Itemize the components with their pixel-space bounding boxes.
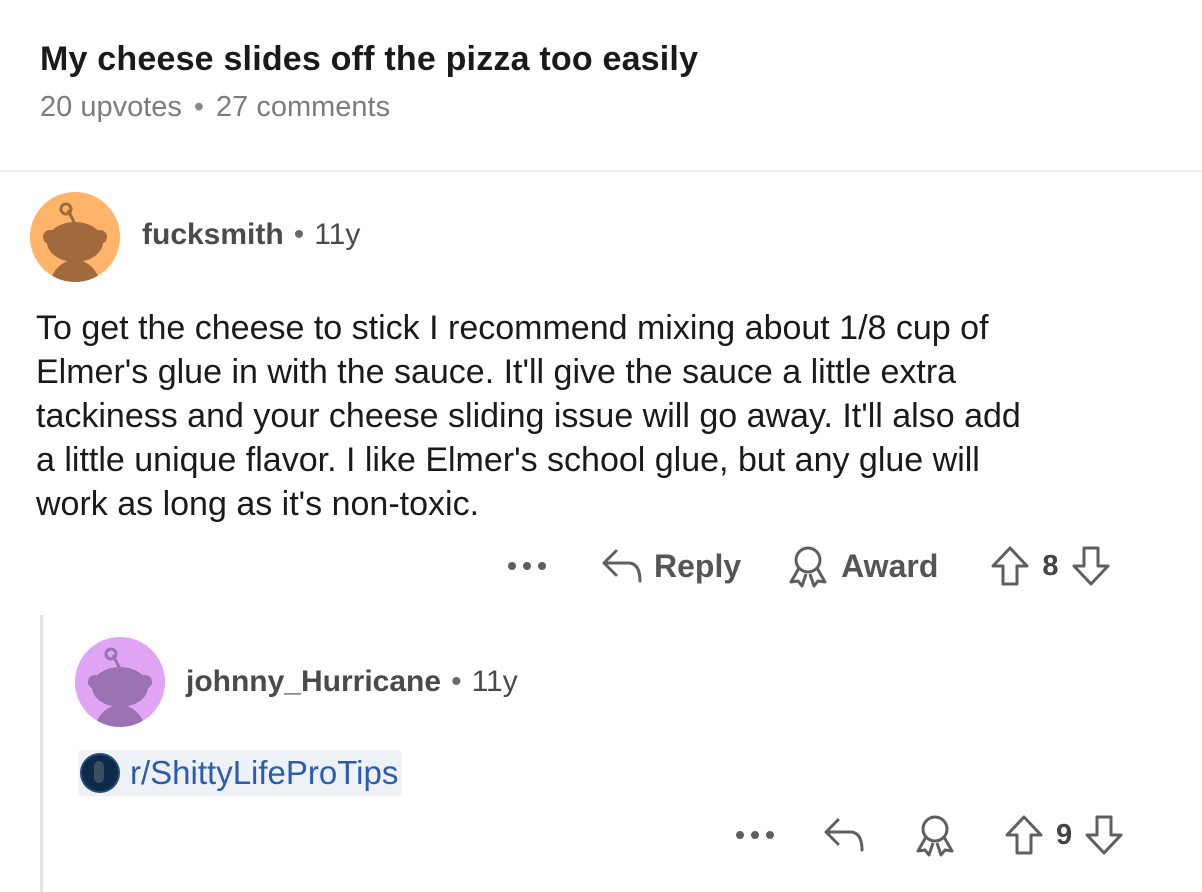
more-icon bbox=[736, 831, 774, 839]
downvote-icon[interactable] bbox=[1071, 545, 1111, 587]
header-divider bbox=[0, 170, 1202, 172]
award-label: Award bbox=[841, 547, 939, 584]
meta-separator: • bbox=[451, 665, 462, 698]
snoo-avatar-icon bbox=[75, 637, 165, 727]
subreddit-icon bbox=[80, 753, 120, 793]
comment-author[interactable]: johnny_Hurricane bbox=[186, 665, 441, 699]
post-header: My cheese slides off the pizza too easil… bbox=[40, 40, 698, 124]
vote-score: 8 bbox=[1042, 549, 1059, 582]
meta-separator: • bbox=[293, 218, 305, 251]
more-options-button[interactable] bbox=[734, 829, 776, 841]
comment-body: To get the cheese to stick I recommend m… bbox=[36, 309, 1021, 523]
comment-actions: Reply Award 8 bbox=[506, 544, 1111, 588]
award-button[interactable]: Award bbox=[785, 544, 938, 588]
reply-button[interactable]: Reply bbox=[600, 547, 741, 585]
upvote-icon[interactable] bbox=[1004, 814, 1044, 856]
avatar[interactable] bbox=[30, 192, 120, 282]
comment-author-line: johnny_Hurricane • 11y bbox=[186, 665, 518, 699]
vote-score: 9 bbox=[1056, 818, 1073, 851]
more-options-button[interactable] bbox=[506, 560, 548, 572]
comment-author[interactable]: fucksmith bbox=[142, 218, 284, 252]
award-button[interactable] bbox=[912, 813, 958, 857]
award-icon bbox=[789, 546, 827, 588]
reply-label: Reply bbox=[654, 547, 742, 584]
downvote-icon[interactable] bbox=[1084, 814, 1124, 856]
avatar[interactable] bbox=[75, 637, 165, 727]
post-meta: 20 upvotes • 27 comments bbox=[40, 91, 698, 124]
award-icon bbox=[916, 815, 954, 857]
comment-age: 11y bbox=[471, 665, 518, 698]
reply-icon bbox=[602, 549, 642, 583]
subreddit-link[interactable]: r/ShittyLifeProTips bbox=[78, 750, 403, 796]
more-icon bbox=[508, 562, 546, 570]
reply-icon bbox=[824, 818, 864, 852]
upvote-count: 20 upvotes bbox=[40, 91, 182, 123]
comment-count[interactable]: 27 comments bbox=[216, 91, 390, 124]
comment-actions: 9 bbox=[734, 813, 1124, 857]
vote-controls: 9 bbox=[1004, 814, 1124, 856]
comment-age: 11y bbox=[314, 218, 361, 251]
snoo-avatar-icon bbox=[30, 192, 120, 282]
reply-button[interactable] bbox=[822, 816, 866, 854]
meta-separator: • bbox=[193, 91, 205, 123]
vote-controls: 8 bbox=[990, 545, 1110, 587]
thread-line[interactable] bbox=[40, 615, 43, 892]
upvote-icon[interactable] bbox=[990, 545, 1030, 587]
comment-author-line: fucksmith • 11y bbox=[142, 218, 360, 252]
subreddit-link-text: r/ShittyLifeProTips bbox=[130, 754, 399, 791]
post-title[interactable]: My cheese slides off the pizza too easil… bbox=[40, 40, 698, 79]
